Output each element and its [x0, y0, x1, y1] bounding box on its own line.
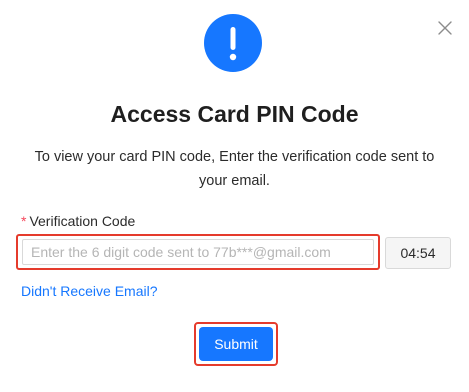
submit-button[interactable]: Submit — [199, 327, 273, 361]
submit-highlight: Submit — [194, 322, 278, 366]
countdown-timer: 04:54 — [385, 237, 451, 269]
verification-code-label: * Verification Code — [21, 213, 135, 229]
dialog-description: To view your card PIN code, Enter the ve… — [34, 149, 435, 189]
verification-code-label-text: Verification Code — [29, 213, 136, 229]
close-icon — [438, 21, 452, 35]
exclamation-icon — [204, 14, 262, 72]
dialog-title: Access Card PIN Code — [110, 101, 359, 127]
required-marker: * — [21, 213, 27, 229]
close-button[interactable] — [433, 16, 457, 40]
pin-code-dialog: Access Card PIN Code To view your card P… — [0, 0, 469, 392]
verification-code-highlight — [16, 234, 380, 270]
resend-email-link[interactable]: Didn't Receive Email? — [21, 283, 158, 299]
verification-code-input[interactable] — [22, 239, 374, 265]
